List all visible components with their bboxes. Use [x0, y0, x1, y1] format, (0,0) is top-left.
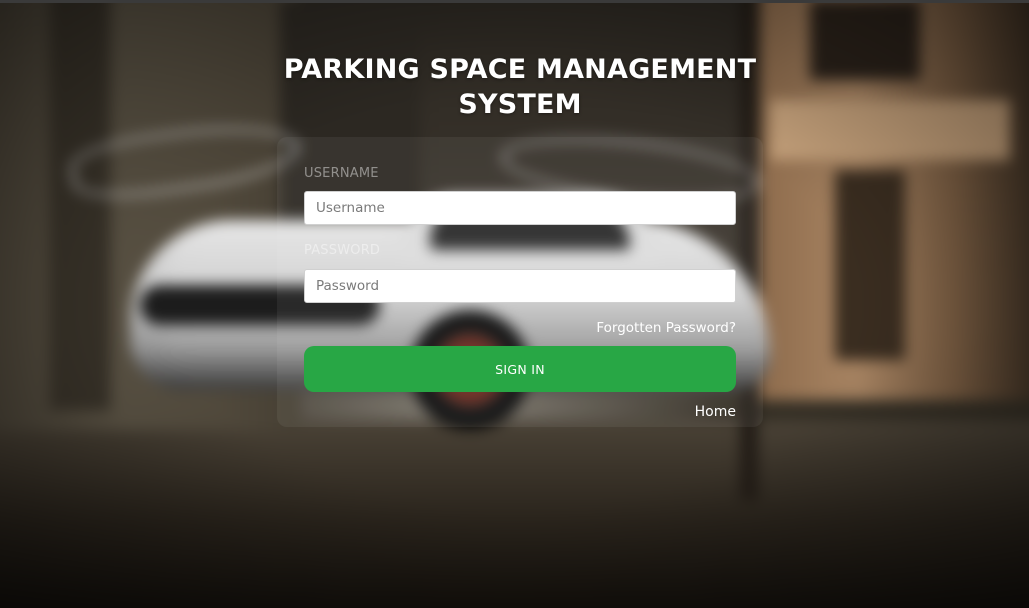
sign-in-button[interactable]: SIGN IN — [304, 346, 736, 392]
login-form: USERNAME PASSWORD Forgotten Password? SI… — [277, 137, 763, 427]
login-page: PARKING SPACE MANAGEMENT SYSTEM USERNAME… — [0, 0, 1029, 608]
window-top-border — [0, 0, 1029, 3]
username-label: USERNAME — [304, 166, 379, 181]
username-input[interactable] — [304, 191, 736, 225]
home-link[interactable]: Home — [695, 404, 736, 420]
password-label: PASSWORD — [304, 243, 381, 258]
password-input[interactable] — [304, 269, 736, 303]
forgot-password-link[interactable]: Forgotten Password? — [596, 320, 736, 336]
page-title: PARKING SPACE MANAGEMENT SYSTEM — [283, 54, 757, 120]
